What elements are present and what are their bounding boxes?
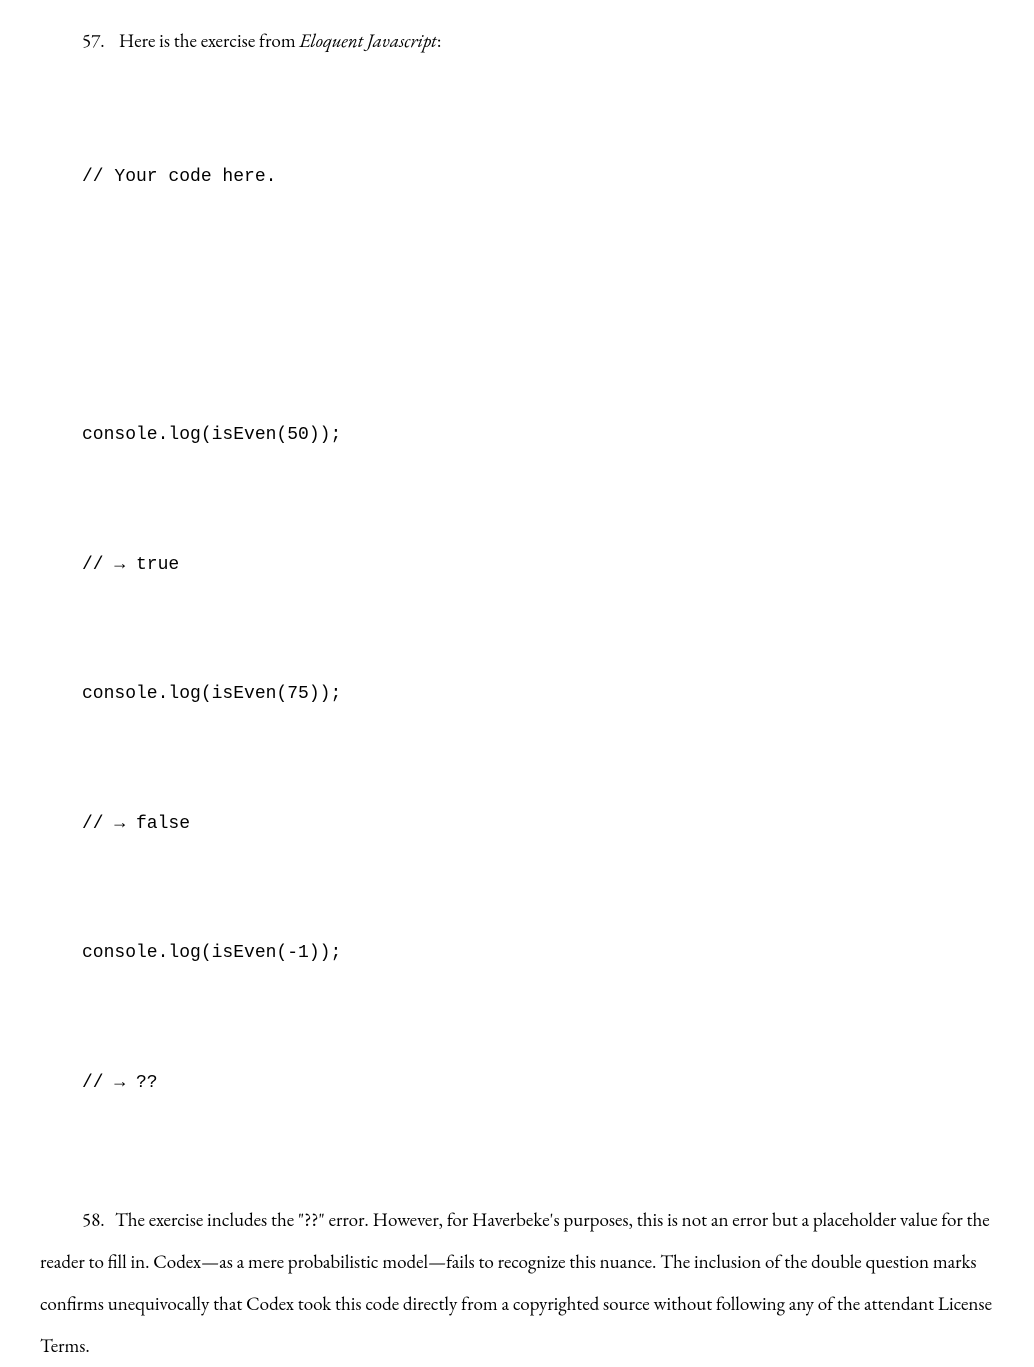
code-blank-line xyxy=(82,286,994,328)
paragraph-number: 57. xyxy=(40,20,115,62)
code-block: // Your code here. console.log(isEven(50… xyxy=(82,70,994,1192)
document-content: 57. Here is the exercise from Eloquent J… xyxy=(40,20,994,1367)
code-line: console.log(isEven(50)); xyxy=(82,414,994,457)
text-after-italic: : xyxy=(437,28,442,53)
paragraph-text: The exercise includes the "??" error. Ho… xyxy=(40,1207,992,1357)
paragraph-text: Here is the exercise from Eloquent Javas… xyxy=(119,28,442,53)
code-line: // → ?? xyxy=(82,1062,994,1105)
paragraph-number: 58. xyxy=(40,1199,115,1241)
code-line: // → true xyxy=(82,544,994,587)
code-line: console.log(isEven(75)); xyxy=(82,673,994,716)
text-before-italic: Here is the exercise from xyxy=(119,28,300,53)
paragraph-58: 58.The exercise includes the "??" error.… xyxy=(40,1199,994,1366)
book-title-italic: Eloquent Javascript xyxy=(299,28,436,53)
code-line: // → false xyxy=(82,803,994,846)
paragraph-57: 57. Here is the exercise from Eloquent J… xyxy=(40,20,994,62)
code-line: console.log(isEven(-1)); xyxy=(82,932,994,975)
code-line: // Your code here. xyxy=(82,156,994,199)
